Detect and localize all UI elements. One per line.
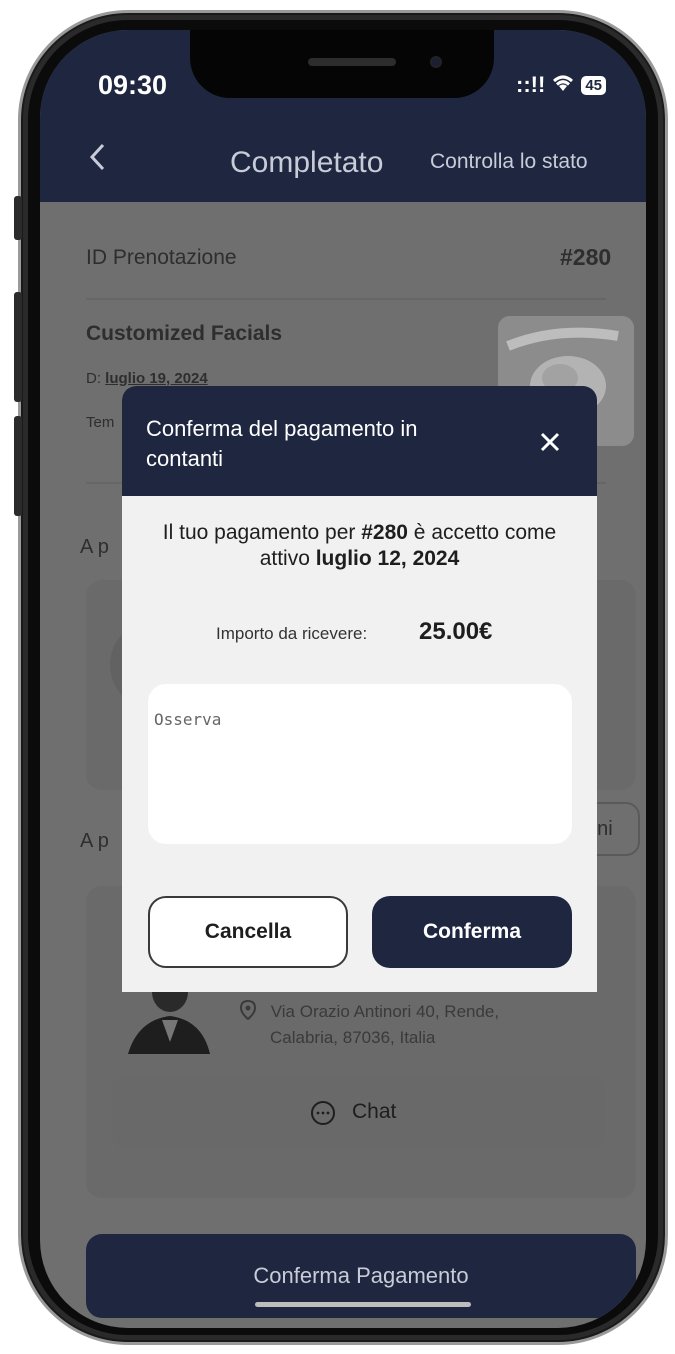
confirm-payment-label: Conferma Pagamento [253, 1263, 469, 1288]
cancel-button[interactable]: Cancella [148, 896, 348, 968]
message-booking-id: #280 [361, 521, 408, 544]
section-title-partial: A p [80, 536, 109, 558]
payment-confirm-dialog: Conferma del pagamento in contanti Il tu… [122, 386, 597, 992]
close-icon[interactable] [534, 426, 566, 458]
page-title: Completato [230, 146, 384, 179]
payment-message: Il tuo pagamento per #280 è accetto come… [142, 520, 577, 572]
chat-label: Chat [352, 1100, 397, 1123]
date-prefix: D: [86, 370, 101, 387]
app-header: 09:30 ::!! 45 Completato Controlla lo st… [40, 30, 646, 202]
home-indicator[interactable] [255, 1302, 471, 1307]
amount-value: 25.00€ [419, 618, 493, 645]
location-pin-icon [239, 999, 261, 1021]
status-time: 09:30 [98, 70, 168, 100]
camera [430, 56, 442, 68]
message-prefix: Il tuo pagamento per [162, 521, 362, 544]
divider [86, 298, 606, 300]
chat-bubble-icon [310, 1100, 336, 1131]
amount-label: Importo da ricevere: [216, 624, 368, 643]
note-input[interactable] [148, 684, 572, 844]
battery-icon: 45 [581, 75, 606, 95]
dialog-title: Conferma del pagamento in contanti [146, 416, 418, 471]
message-date: luglio 12, 2024 [315, 547, 460, 570]
date-value: luglio 19, 2024 [105, 370, 208, 387]
notch [190, 30, 494, 98]
address: Via Orazio Antinori 40, Rende, Calabria,… [239, 999, 500, 1048]
service-date: D: luglio 19, 2024 [86, 370, 208, 387]
dialog-header: Conferma del pagamento in contanti [122, 386, 597, 496]
service-time-label: Tem [86, 414, 115, 431]
check-status-link[interactable]: Controlla lo stato [430, 150, 588, 174]
status-icons: ::!! 45 [516, 72, 606, 98]
volume-up-button [14, 292, 22, 402]
volume-down-button [14, 416, 22, 516]
address-line1: Via Orazio Antinori 40, Rende, [270, 1002, 500, 1021]
section-title-partial: A p [80, 830, 109, 852]
signal-icon: ::!! [516, 72, 546, 97]
speaker [308, 58, 396, 66]
service-name: Customized Facials [86, 322, 283, 345]
mute-switch [14, 196, 22, 240]
address-line2: Calabria, 87036, Italia [270, 1028, 436, 1047]
booking-id-label: ID Prenotazione [86, 246, 237, 269]
wifi-icon [551, 72, 575, 98]
chevron-left-icon[interactable] [88, 142, 106, 181]
confirm-button[interactable]: Conferma [372, 896, 572, 968]
chat-button[interactable]: Chat [112, 1074, 606, 1150]
booking-id-value: #280 [560, 244, 612, 270]
